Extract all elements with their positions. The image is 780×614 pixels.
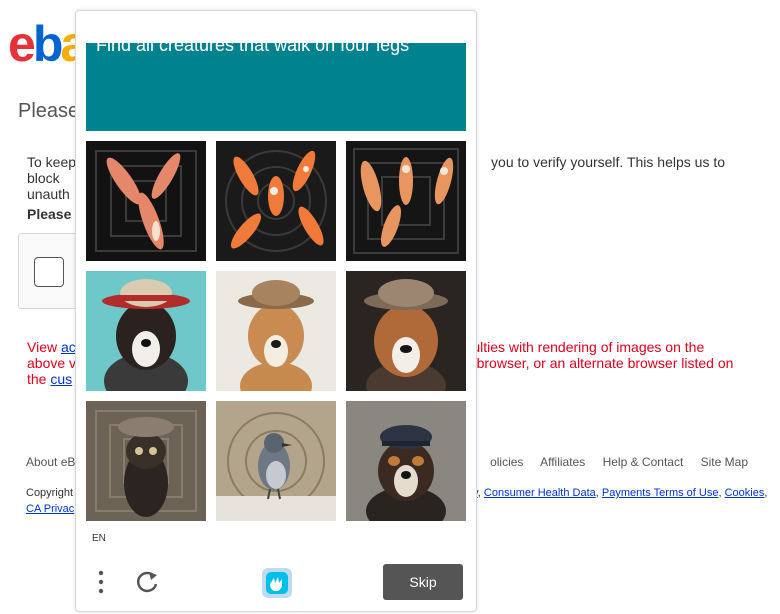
consumer-health-link[interactable]: Consumer Health Data <box>484 487 596 499</box>
footer-sitemap-link[interactable]: Site Map <box>701 455 748 469</box>
captcha-challenge-dialog: Find all creatures that walk on four leg… <box>75 10 477 612</box>
red-text-4: r browser, or an alternate browser liste… <box>468 355 734 371</box>
copyright-text: Copyright <box>26 487 74 499</box>
footer-policies-link[interactable]: olicies <box>490 455 523 469</box>
tile-dog-cap[interactable] <box>346 401 466 521</box>
red-text-3: above v <box>27 355 77 371</box>
tile-dog-tan-hat[interactable] <box>216 271 336 391</box>
tile-dog-brown-hat[interactable] <box>346 271 466 391</box>
footer-about-link[interactable]: About eB <box>26 455 75 469</box>
tile-dog-red-hat[interactable] <box>86 271 206 391</box>
image-grid <box>86 141 466 521</box>
accessibility-link[interactable]: ac <box>61 339 76 355</box>
payments-terms-link[interactable]: Payments Terms of Use <box>602 487 719 499</box>
captcha-checkbox[interactable] <box>34 257 64 287</box>
please-label: Please <box>27 206 72 222</box>
para-line2: unauth <box>27 186 70 202</box>
logo-letter-b: b <box>32 16 63 72</box>
cookies-link[interactable]: Cookies <box>725 487 765 499</box>
red-text-1: View <box>27 339 58 355</box>
footer-affiliates-link[interactable]: Affiliates <box>540 455 585 469</box>
tile-koi-1[interactable] <box>86 141 206 261</box>
tile-koi-3[interactable] <box>346 141 466 261</box>
language-selector[interactable]: EN <box>92 533 106 544</box>
prompt-banner: Find all creatures that walk on four leg… <box>86 43 466 131</box>
skip-button[interactable]: Skip <box>383 564 463 600</box>
refresh-icon[interactable] <box>134 569 160 595</box>
red-text-2: difficulties with rendering of images on… <box>443 339 705 355</box>
tile-bird-on-branch[interactable] <box>216 401 336 521</box>
red-text-5: the <box>27 371 47 387</box>
tile-owl-hat[interactable] <box>86 401 206 521</box>
para-left: To keep <box>27 154 77 170</box>
prompt-text: Find all creatures that walk on four leg… <box>96 43 410 55</box>
page-heading: Please <box>18 100 80 122</box>
ca-privacy-link[interactable]: CA Privac <box>26 503 74 515</box>
ebay-logo: eba <box>8 16 88 72</box>
footer-help-link[interactable]: Help & Contact <box>603 455 684 469</box>
hcaptcha-logo-icon <box>260 566 294 600</box>
customer-service-link[interactable]: cus <box>50 371 72 387</box>
menu-dots-icon[interactable] <box>94 569 108 595</box>
logo-letter-e: e <box>8 16 36 72</box>
tile-koi-2[interactable] <box>216 141 336 261</box>
